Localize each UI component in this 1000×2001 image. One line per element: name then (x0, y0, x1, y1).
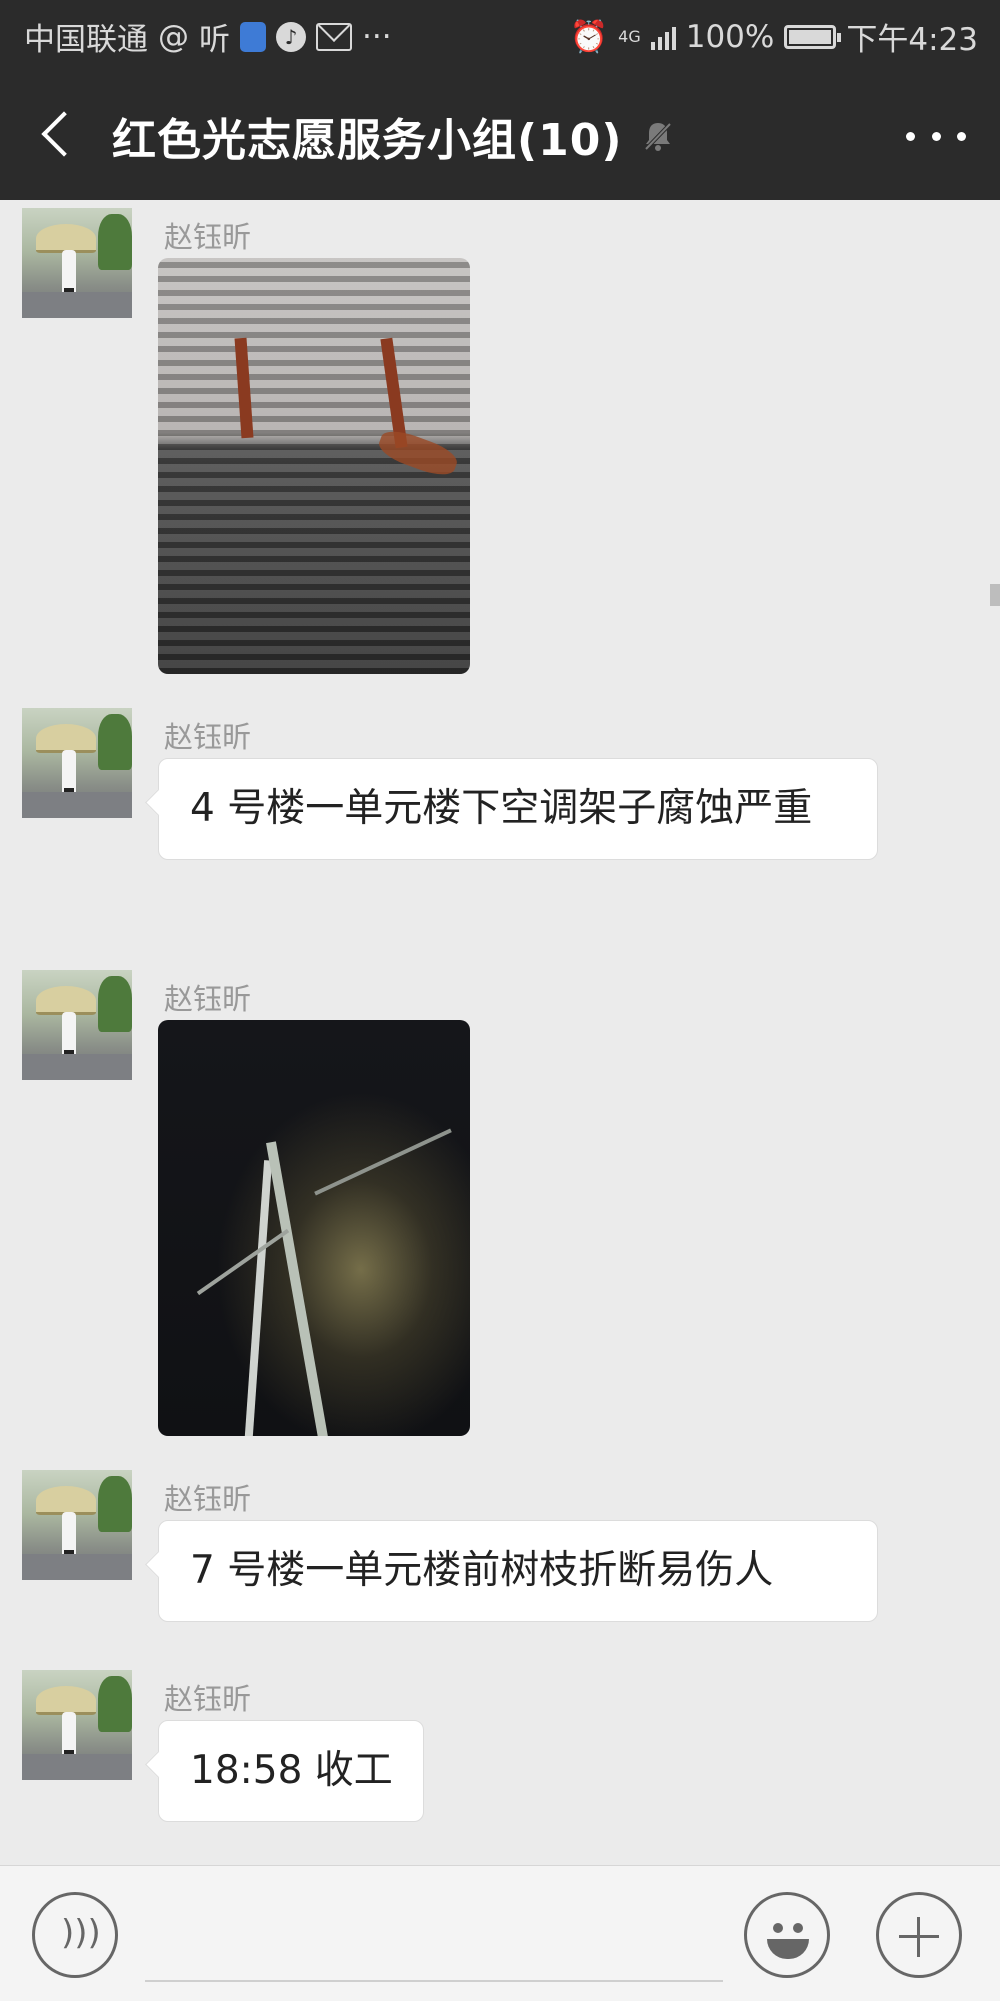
mail-icon (316, 22, 352, 51)
sender-name: 赵钰昕 (164, 982, 252, 1016)
chat-header: 红色光志愿服务小组(10) (0, 68, 1000, 200)
sender-name: 赵钰昕 (164, 1682, 252, 1716)
battery-label: 100% (685, 18, 775, 55)
avatar[interactable] (22, 1670, 132, 1780)
signal-icon (650, 24, 676, 50)
tiktok-icon: ♪ (276, 21, 306, 52)
sender-name: 赵钰昕 (164, 220, 252, 254)
emoji-icon (773, 1923, 783, 1933)
shield-icon (240, 21, 266, 52)
alarm-icon: ⏰ (569, 19, 609, 55)
app-label: 听 (199, 22, 230, 58)
message-list[interactable]: 赵钰昕 赵钰昕 4 号楼一单元楼下空调架子腐蚀严重 赵钰昕 赵钰昕 7 号楼一单… (0, 200, 1000, 1865)
carrier-label: 中国联通 (24, 22, 148, 58)
clock: 下午4:23 (846, 22, 978, 58)
avatar[interactable] (22, 970, 132, 1080)
weibo-icon: @ (158, 18, 189, 55)
sender-name: 赵钰昕 (164, 1482, 252, 1516)
more-notifications: ··· (362, 18, 392, 55)
scroll-indicator[interactable] (990, 584, 1000, 606)
emoji-button[interactable] (744, 1892, 830, 1978)
message-input[interactable] (145, 1980, 723, 1982)
avatar[interactable] (22, 708, 132, 818)
back-button[interactable] (30, 106, 86, 162)
more-actions-button[interactable] (876, 1892, 962, 1978)
sender-name: 赵钰昕 (164, 720, 252, 754)
input-bar: ))) (0, 1865, 1000, 2001)
text-message[interactable]: 18:58 收工 (158, 1720, 424, 1822)
image-message[interactable] (158, 1020, 470, 1436)
voice-button[interactable]: ))) (32, 1892, 118, 1978)
bell-muted-icon (644, 122, 672, 151)
image-message[interactable] (158, 258, 470, 674)
network-label: 4G (618, 27, 641, 46)
avatar[interactable] (22, 208, 132, 318)
text-message[interactable]: 7 号楼一单元楼前树枝折断易伤人 (158, 1520, 878, 1622)
avatar[interactable] (22, 1470, 132, 1580)
chat-title: 红色光志愿服务小组(10) (112, 115, 623, 166)
more-options-button[interactable] (906, 118, 966, 154)
text-message[interactable]: 4 号楼一单元楼下空调架子腐蚀严重 (158, 758, 878, 860)
battery-icon (784, 24, 842, 49)
status-bar: 中国联通 @ 听 ♪ ··· ⏰ 4G 100% 下午4:23 (0, 0, 1000, 68)
voice-icon: ))) (61, 1913, 101, 1953)
